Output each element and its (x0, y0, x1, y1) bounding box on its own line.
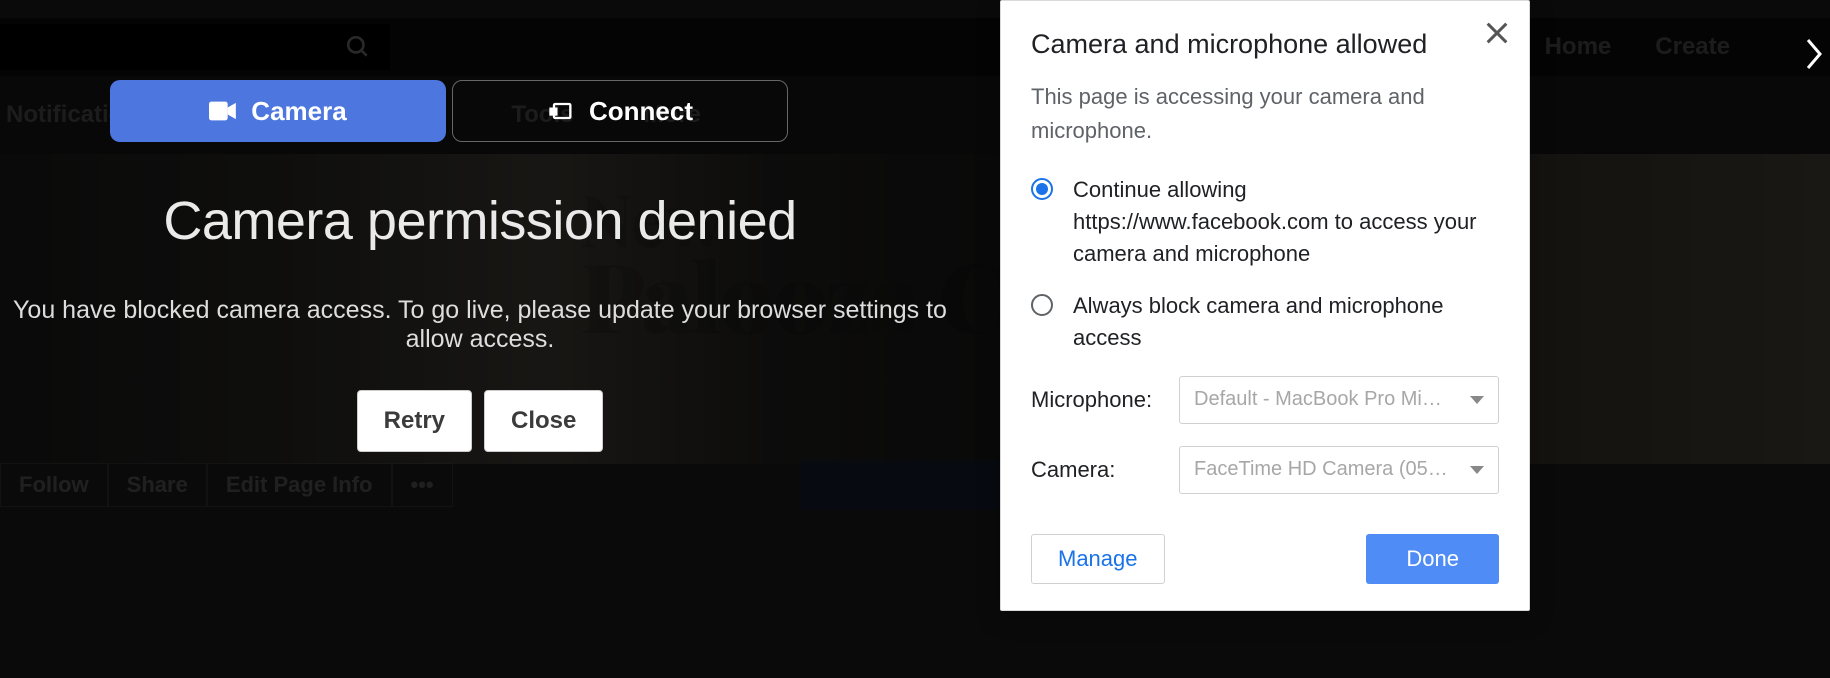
camera-select[interactable]: FaceTime HD Camera (05… (1179, 446, 1499, 494)
permission-dialog-title: Camera and microphone allowed (1031, 29, 1499, 60)
permission-denied-block: Camera permission denied You have blocke… (0, 190, 960, 452)
camera-row: Camera: FaceTime HD Camera (05… (1031, 446, 1499, 494)
retry-button[interactable]: Retry (357, 390, 472, 452)
radio-block-label: Always block camera and microphone acces… (1073, 290, 1499, 354)
manage-button[interactable]: Manage (1031, 534, 1165, 584)
tab-connect[interactable]: Connect (452, 80, 788, 142)
permission-denied-subtext: You have blocked camera access. To go li… (0, 296, 960, 354)
camera-value: FaceTime HD Camera (05… (1194, 458, 1448, 481)
connect-icon (547, 99, 575, 123)
close-icon[interactable] (1483, 19, 1511, 47)
microphone-label: Microphone: (1031, 387, 1159, 413)
microphone-value: Default - MacBook Pro Mi… (1194, 388, 1442, 411)
live-tab-strip: Camera Connect (110, 80, 788, 142)
radio-selected-icon (1031, 178, 1053, 200)
tab-connect-label: Connect (589, 96, 693, 127)
chevron-down-icon (1470, 396, 1484, 404)
radio-unselected-icon (1031, 294, 1053, 316)
microphone-select[interactable]: Default - MacBook Pro Mi… (1179, 376, 1499, 424)
camera-icon (209, 99, 237, 123)
tab-camera-label: Camera (251, 96, 346, 127)
radio-allow[interactable]: Continue allowing https://www.facebook.c… (1031, 174, 1499, 270)
done-button[interactable]: Done (1366, 534, 1499, 584)
radio-block[interactable]: Always block camera and microphone acces… (1031, 290, 1499, 354)
chevron-down-icon (1470, 466, 1484, 474)
tab-camera[interactable]: Camera (110, 80, 446, 142)
radio-allow-label: Continue allowing https://www.facebook.c… (1073, 174, 1499, 270)
browser-permission-dialog: Camera and microphone allowed This page … (1000, 0, 1530, 611)
permission-dialog-subtext: This page is accessing your camera and m… (1031, 80, 1499, 148)
permission-denied-heading: Camera permission denied (0, 190, 960, 252)
microphone-row: Microphone: Default - MacBook Pro Mi… (1031, 376, 1499, 424)
close-button[interactable]: Close (484, 390, 603, 452)
camera-label: Camera: (1031, 457, 1159, 483)
chevron-right-icon[interactable] (1802, 34, 1826, 74)
modal-overlay: Camera Connect Camera permission denied … (0, 0, 1830, 678)
